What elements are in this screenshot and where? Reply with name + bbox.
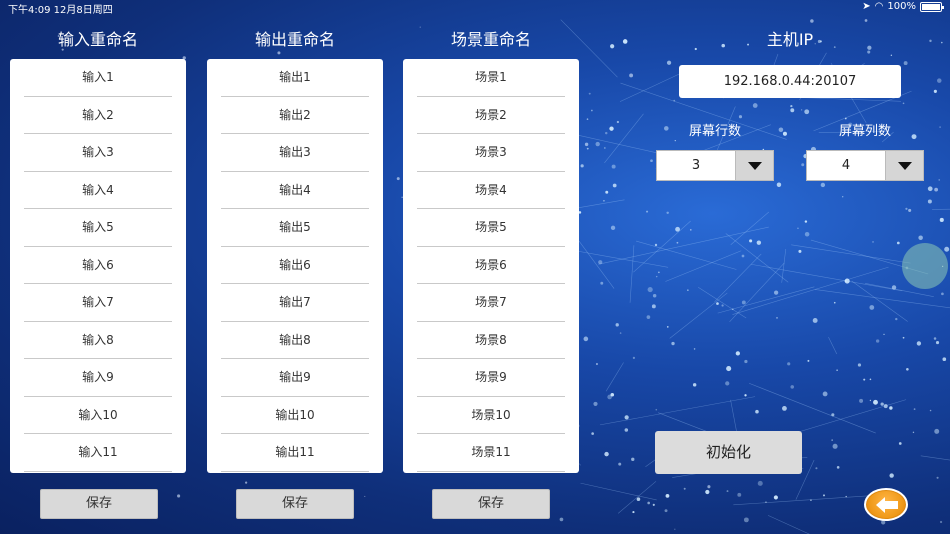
screen-rows-value: 3: [691, 158, 701, 173]
chevron-down-icon[interactable]: [735, 151, 773, 180]
list-item[interactable]: 输入10: [24, 397, 172, 434]
list-item[interactable]: 输出6: [221, 247, 369, 284]
list-item[interactable]: 场景4: [417, 172, 565, 209]
output-rename-list[interactable]: 输出1 输出2 输出3 输出4 输出5 输出6 输出7 输出8 输出9 输出10 输出11: [207, 59, 383, 473]
list-item[interactable]: 输出4: [221, 172, 369, 209]
list-item[interactable]: 输出9: [221, 359, 369, 397]
list-item[interactable]: 场景5: [417, 209, 565, 247]
list-item[interactable]: 输入7: [24, 284, 172, 322]
list-item[interactable]: 输出7: [221, 284, 369, 322]
initialize-button[interactable]: 初始化: [655, 431, 802, 474]
list-item[interactable]: 输出5: [221, 209, 369, 247]
output-rename-title: 输出重命名: [254, 30, 335, 49]
list-item[interactable]: 输出11: [221, 434, 369, 472]
input-rename-list[interactable]: 输入1 输入2 输入3 输入4 输入5 输入6 输入7 输入8 输入9 输入10 输入11: [10, 59, 186, 473]
scene-rename-list[interactable]: 场景1 场景2 场景3 场景4 场景5 场景6 场景7 场景8 场景9 场景10 场景11: [403, 59, 579, 473]
list-item[interactable]: 场景1: [417, 59, 565, 97]
location-icon: ➤: [862, 1, 871, 12]
scene-rename-title: 场景重命名: [450, 30, 531, 49]
list-item[interactable]: 输入2: [24, 97, 172, 134]
list-item[interactable]: 输入4: [24, 172, 172, 209]
list-item[interactable]: 场景2: [417, 97, 565, 134]
status-bar: 下午4:09 12月8日周四 ➤ ◠ 100%: [0, 0, 950, 16]
battery-percent: 100%: [887, 1, 916, 12]
list-item[interactable]: 场景11: [417, 434, 565, 472]
screen-cols-select[interactable]: 4: [806, 150, 924, 181]
host-ip-title: 主机IP: [766, 30, 814, 49]
host-ip-field[interactable]: 192.168.0.44:20107: [679, 65, 901, 98]
list-item[interactable]: 输入9: [24, 359, 172, 397]
input-rename-title: 输入重命名: [57, 30, 138, 49]
screen-cols-label: 屏幕列数: [838, 124, 891, 139]
status-time-date: 下午4:09 12月8日周四: [8, 5, 113, 16]
list-item[interactable]: 输入1: [24, 59, 172, 97]
battery-icon: [920, 1, 944, 12]
list-item[interactable]: 输出8: [221, 322, 369, 359]
list-item[interactable]: 输入11: [24, 434, 172, 472]
list-item[interactable]: 输出2: [221, 97, 369, 134]
list-item[interactable]: 输出10: [221, 397, 369, 434]
list-item[interactable]: 场景9: [417, 359, 565, 397]
screen-cols-value: 4: [841, 158, 851, 173]
list-item[interactable]: 输入5: [24, 209, 172, 247]
input-save-button[interactable]: 保存: [40, 489, 158, 519]
scene-save-button[interactable]: 保存: [432, 489, 550, 519]
list-item[interactable]: 场景7: [417, 284, 565, 322]
list-item[interactable]: 输出3: [221, 134, 369, 172]
list-item[interactable]: 场景10: [417, 397, 565, 434]
chevron-down-icon[interactable]: [885, 151, 923, 180]
list-item[interactable]: 输入6: [24, 247, 172, 284]
list-item[interactable]: 输入8: [24, 322, 172, 359]
list-item[interactable]: 场景3: [417, 134, 565, 172]
back-button[interactable]: [864, 488, 908, 521]
wifi-icon: ◠: [874, 1, 884, 12]
list-item[interactable]: 场景6: [417, 247, 565, 284]
list-item[interactable]: 输入3: [24, 134, 172, 172]
back-arrow-icon: [876, 497, 898, 513]
screen-rows-label: 屏幕行数: [688, 124, 741, 139]
output-save-button[interactable]: 保存: [236, 489, 354, 519]
list-item[interactable]: 场景8: [417, 322, 565, 359]
list-item[interactable]: 输出1: [221, 59, 369, 97]
screen-rows-select[interactable]: 3: [656, 150, 774, 181]
